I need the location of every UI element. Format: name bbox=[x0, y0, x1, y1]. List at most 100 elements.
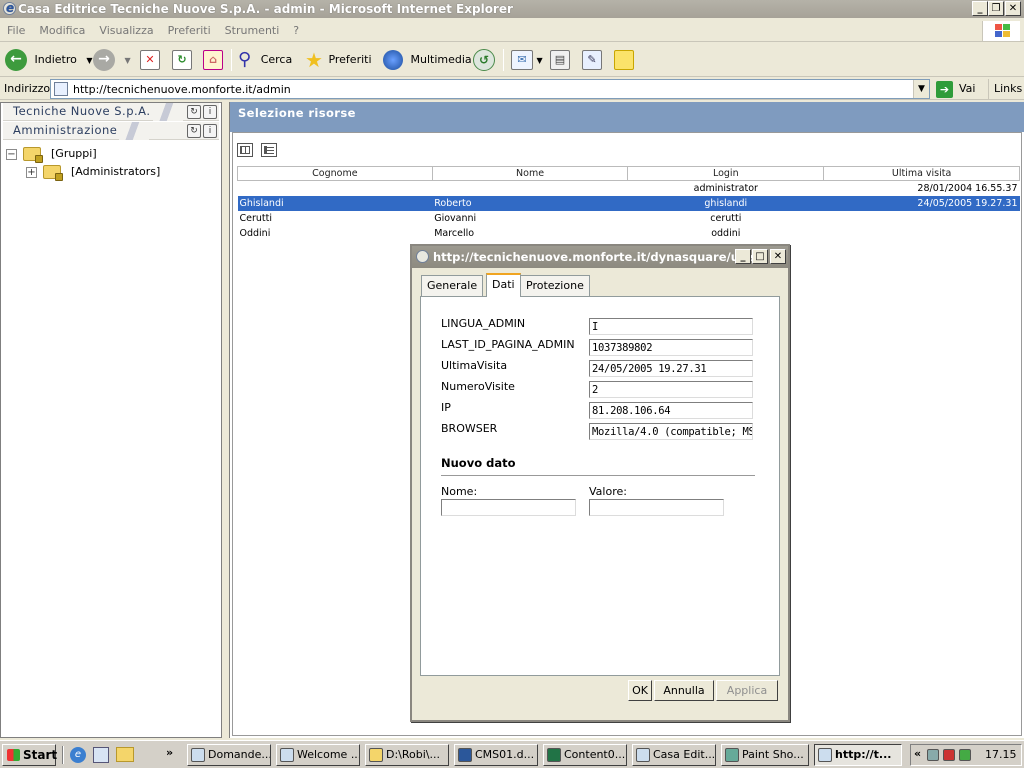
tab-dati[interactable]: Dati bbox=[486, 273, 521, 297]
minimize-button[interactable]: _ bbox=[972, 1, 988, 16]
grid-view-icon[interactable] bbox=[237, 143, 253, 157]
tree-item-administrators[interactable]: [Administrators] bbox=[71, 165, 160, 178]
mail-dropdown-icon[interactable]: ▼ bbox=[537, 56, 543, 65]
stop-icon: ✕ bbox=[140, 50, 160, 70]
home-button[interactable]: ⌂ bbox=[203, 47, 223, 73]
forward-button[interactable]: → ▼ bbox=[93, 47, 131, 73]
apply-button[interactable]: Applica bbox=[716, 680, 778, 701]
back-label: Indietro bbox=[34, 53, 77, 66]
task-label: CMS01.d... bbox=[475, 748, 535, 761]
detail-view-icon[interactable] bbox=[261, 143, 277, 157]
refresh-button[interactable]: ↻ bbox=[172, 47, 192, 73]
menu-visualizza[interactable]: Visualizza bbox=[92, 20, 160, 37]
media-button[interactable]: Multimedia bbox=[383, 47, 472, 73]
clock[interactable]: 17.15 bbox=[985, 748, 1017, 761]
info-icon[interactable]: i bbox=[203, 124, 217, 138]
history-button[interactable]: ↺ bbox=[473, 47, 495, 73]
dialog-close-button[interactable]: ✕ bbox=[770, 249, 786, 264]
tree-collapse-icon[interactable]: − bbox=[6, 149, 17, 160]
task-cms01-doc[interactable]: CMS01.d... bbox=[454, 744, 538, 766]
address-dropdown-icon[interactable]: ▼ bbox=[913, 80, 929, 98]
forward-dropdown-icon[interactable]: ▼ bbox=[125, 56, 131, 65]
tree-item-gruppi[interactable]: [Gruppi] bbox=[51, 147, 97, 160]
cell-visita: 28/01/2004 16.55.37 bbox=[917, 182, 1018, 194]
menu-file[interactable]: File bbox=[0, 20, 32, 37]
field-label-ultima-visita: UltimaVisita bbox=[441, 359, 508, 372]
mail-button[interactable]: ✉ ▼ bbox=[511, 47, 543, 73]
field-label-ip: IP bbox=[441, 401, 451, 414]
table-row-selected[interactable]: Ghislandi Roberto ghislandi 24/05/2005 1… bbox=[237, 195, 1020, 211]
field-input-numero-visite[interactable]: 2 bbox=[589, 381, 753, 398]
favorites-label: Preferiti bbox=[328, 53, 372, 66]
quicklaunch-chevron-icon[interactable]: » bbox=[166, 746, 173, 759]
new-name-input[interactable] bbox=[441, 499, 576, 516]
dialog-maximize-button[interactable]: □ bbox=[752, 249, 768, 264]
field-input-last-id-pagina-admin[interactable]: 1037389802 bbox=[589, 339, 753, 356]
quicklaunch-outlook-icon[interactable] bbox=[93, 747, 109, 763]
tab-generale[interactable]: Generale bbox=[421, 275, 484, 296]
field-label-lingua-admin: LINGUA_ADMIN bbox=[441, 317, 526, 330]
go-button[interactable]: ➔ Vai bbox=[936, 79, 975, 99]
search-button[interactable]: ⚲ Cerca bbox=[238, 47, 292, 73]
start-button[interactable]: Start bbox=[2, 744, 57, 766]
tray-chevron-icon[interactable]: « bbox=[914, 747, 921, 760]
edit-button[interactable]: ✎ bbox=[582, 47, 602, 73]
menu-help[interactable]: ? bbox=[286, 20, 306, 37]
field-input-browser[interactable]: Mozilla/4.0 (compatible; MSI bbox=[589, 423, 753, 440]
close-button[interactable]: ✕ bbox=[1005, 1, 1021, 16]
tree-expand-icon[interactable]: + bbox=[26, 167, 37, 178]
resource-selection-header: Selezione risorse bbox=[230, 102, 1024, 132]
cancel-button[interactable]: Annulla bbox=[654, 680, 714, 701]
column-header-nome[interactable]: Nome bbox=[431, 166, 629, 181]
dialog-title-bar[interactable]: http://tecnichenuove.monforte.it/dynasqu… bbox=[412, 246, 788, 268]
field-input-ip[interactable]: 81.208.106.64 bbox=[589, 402, 753, 419]
task-domande[interactable]: Domande... bbox=[187, 744, 271, 766]
task-label: Content0... bbox=[564, 748, 626, 761]
field-input-lingua-admin[interactable]: I bbox=[589, 318, 753, 335]
links-button[interactable]: Links bbox=[988, 79, 1022, 99]
info-icon[interactable]: i bbox=[203, 105, 217, 119]
window-title-bar[interactable]: Casa Editrice Tecniche Nuove S.p.A. - ad… bbox=[0, 0, 1024, 18]
quicklaunch-ie-icon[interactable]: e bbox=[70, 747, 86, 763]
quicklaunch-folder-icon[interactable] bbox=[116, 747, 134, 762]
history-icon: ↺ bbox=[473, 49, 495, 71]
address-value[interactable]: http://tecnichenuove.monforte.it/admin bbox=[73, 83, 291, 96]
menu-strumenti[interactable]: Strumenti bbox=[218, 20, 287, 37]
restore-button[interactable]: ❐ bbox=[988, 1, 1004, 16]
task-welcome[interactable]: Welcome ... bbox=[276, 744, 360, 766]
table-row[interactable]: Cerutti Giovanni cerutti bbox=[238, 211, 1020, 226]
note-icon bbox=[614, 50, 634, 70]
monitor-icon[interactable] bbox=[959, 749, 971, 761]
notes-button[interactable] bbox=[614, 47, 634, 73]
favorites-button[interactable]: ★ Preferiti bbox=[305, 47, 372, 73]
column-header-ultima-visita[interactable]: Ultima visita bbox=[823, 166, 1020, 181]
menu-bar: File Modifica Visualizza Preferiti Strumenti… bbox=[0, 20, 1024, 42]
table-row[interactable]: administrator 28/01/2004 16.55.37 bbox=[238, 181, 1020, 196]
tab-protezione[interactable]: Protezione bbox=[520, 275, 590, 296]
address-input[interactable]: http://tecnichenuove.monforte.it/admin ▼ bbox=[50, 79, 930, 99]
print-button[interactable]: ▤ bbox=[550, 47, 570, 73]
refresh-icon[interactable]: ↻ bbox=[187, 124, 201, 138]
task-http-active[interactable]: http://t... bbox=[814, 744, 902, 766]
task-casa-editrice[interactable]: Casa Edit... bbox=[632, 744, 716, 766]
table-row[interactable]: Oddini Marcello oddini bbox=[238, 226, 1020, 241]
new-value-input[interactable] bbox=[589, 499, 724, 516]
refresh-icon[interactable]: ↻ bbox=[187, 105, 201, 119]
task-paint-shop[interactable]: Paint Sho... bbox=[721, 744, 809, 766]
media-globe-icon bbox=[383, 50, 403, 70]
field-input-ultima-visita[interactable]: 24/05/2005 19.27.31 bbox=[589, 360, 753, 377]
ok-button[interactable]: OK bbox=[628, 680, 652, 701]
dialog-minimize-button[interactable]: _ bbox=[735, 249, 751, 264]
network-icon[interactable] bbox=[927, 749, 939, 761]
antivirus-icon[interactable] bbox=[943, 749, 955, 761]
back-dropdown-icon[interactable]: ▼ bbox=[86, 56, 92, 65]
stop-button[interactable]: ✕ bbox=[140, 47, 160, 73]
menu-preferiti[interactable]: Preferiti bbox=[161, 20, 218, 37]
task-folder-robi[interactable]: D:\Robi\... bbox=[365, 744, 449, 766]
task-content0[interactable]: Content0... bbox=[543, 744, 627, 766]
go-label: Vai bbox=[959, 82, 976, 95]
menu-modifica[interactable]: Modifica bbox=[32, 20, 92, 37]
column-header-login[interactable]: Login bbox=[627, 166, 825, 181]
back-button[interactable]: ← Indietro ▼ bbox=[5, 47, 93, 73]
column-header-cognome[interactable]: Cognome bbox=[237, 166, 433, 181]
